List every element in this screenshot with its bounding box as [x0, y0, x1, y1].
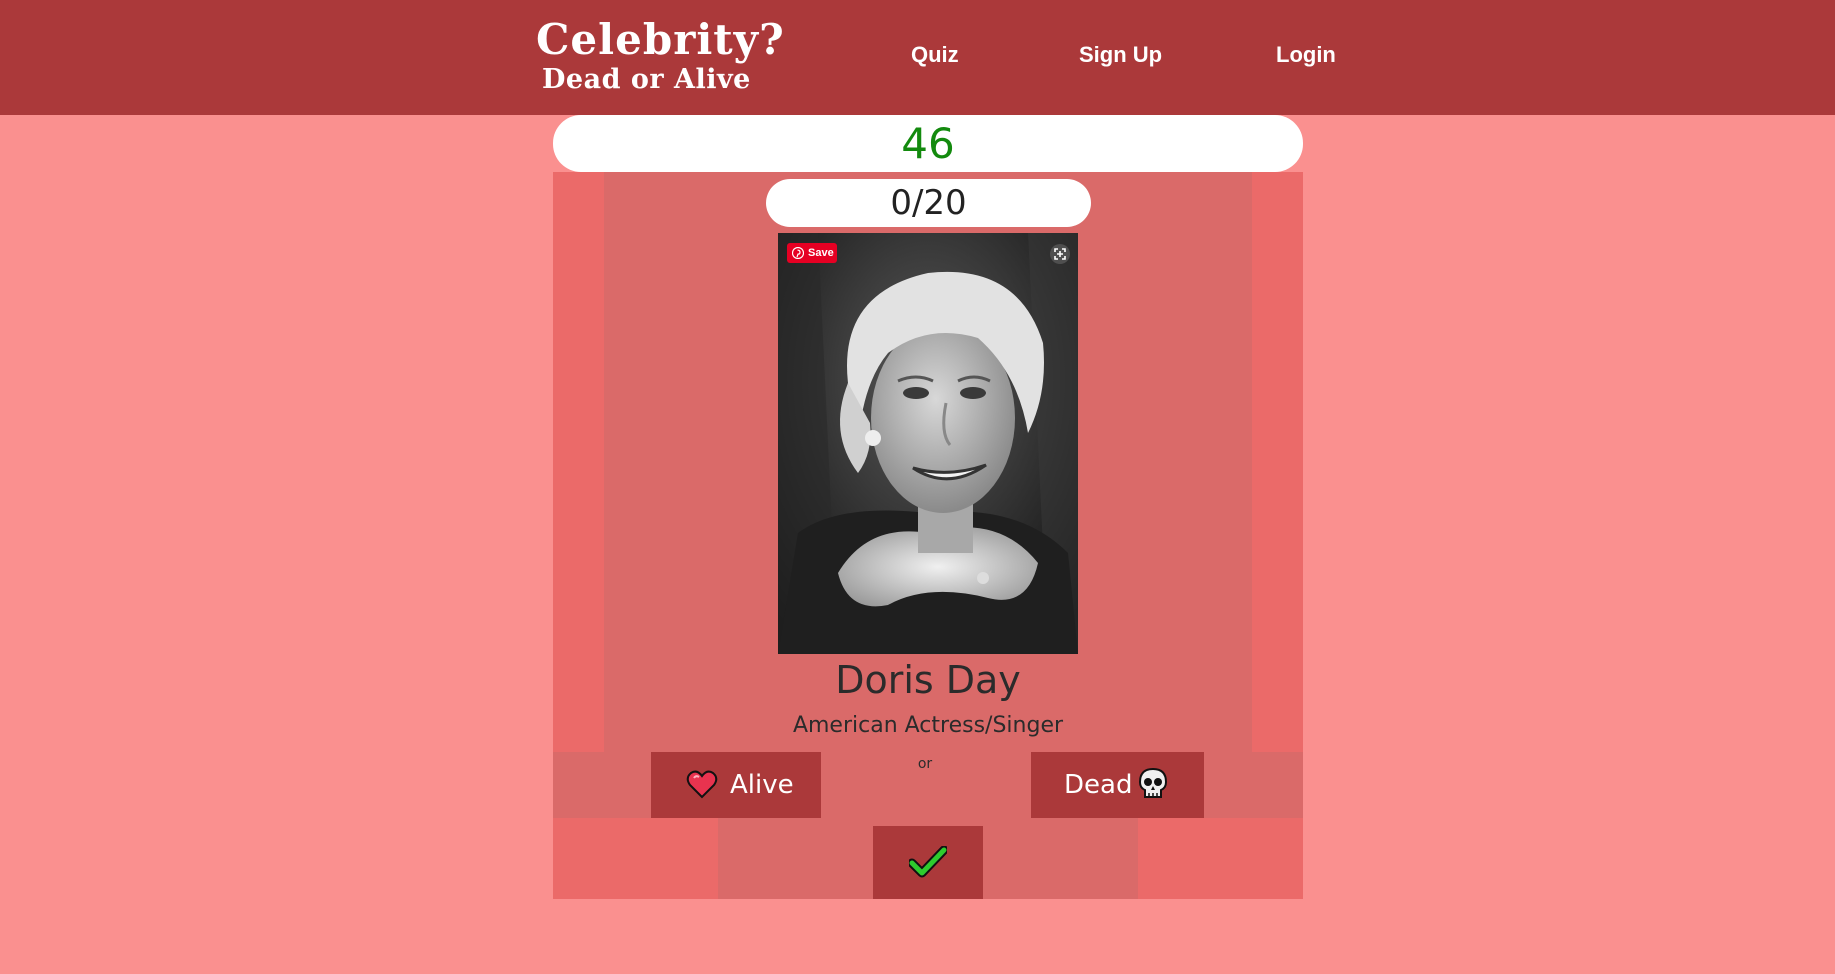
pinterest-icon	[792, 247, 804, 259]
dead-label: Dead	[1064, 770, 1133, 800]
portrait-image	[778, 233, 1078, 654]
celebrity-name: Doris Day	[835, 658, 1021, 702]
heart-icon	[686, 770, 718, 799]
alive-label: Alive	[730, 770, 794, 800]
dead-button[interactable]: Dead	[1031, 752, 1204, 818]
celebrity-photo: Save	[778, 233, 1078, 654]
pinterest-save-button[interactable]: Save	[787, 243, 837, 263]
nav-link-login[interactable]: Login	[1276, 40, 1336, 70]
nav-link-quiz[interactable]: Quiz	[911, 40, 959, 70]
submit-answer-button[interactable]	[873, 826, 983, 899]
or-label: or	[917, 756, 933, 772]
question-counter: 0/20	[766, 179, 1091, 227]
alive-button[interactable]: Alive	[651, 752, 821, 818]
save-label: Save	[808, 247, 834, 259]
checkmark-icon	[909, 846, 947, 878]
logo-subtitle[interactable]: Dead or Alive	[542, 64, 751, 96]
nav-link-sign-up[interactable]: Sign Up	[1079, 40, 1162, 70]
logo-title[interactable]: Celebrity?	[536, 14, 785, 66]
celebrity-description: American Actress/Singer	[792, 713, 1064, 738]
navbar: Celebrity? Dead or Alive Quiz Sign Up Lo…	[0, 0, 1835, 115]
expand-icon[interactable]	[1050, 244, 1070, 264]
skull-icon	[1138, 767, 1168, 798]
score-display: 46	[553, 115, 1303, 172]
